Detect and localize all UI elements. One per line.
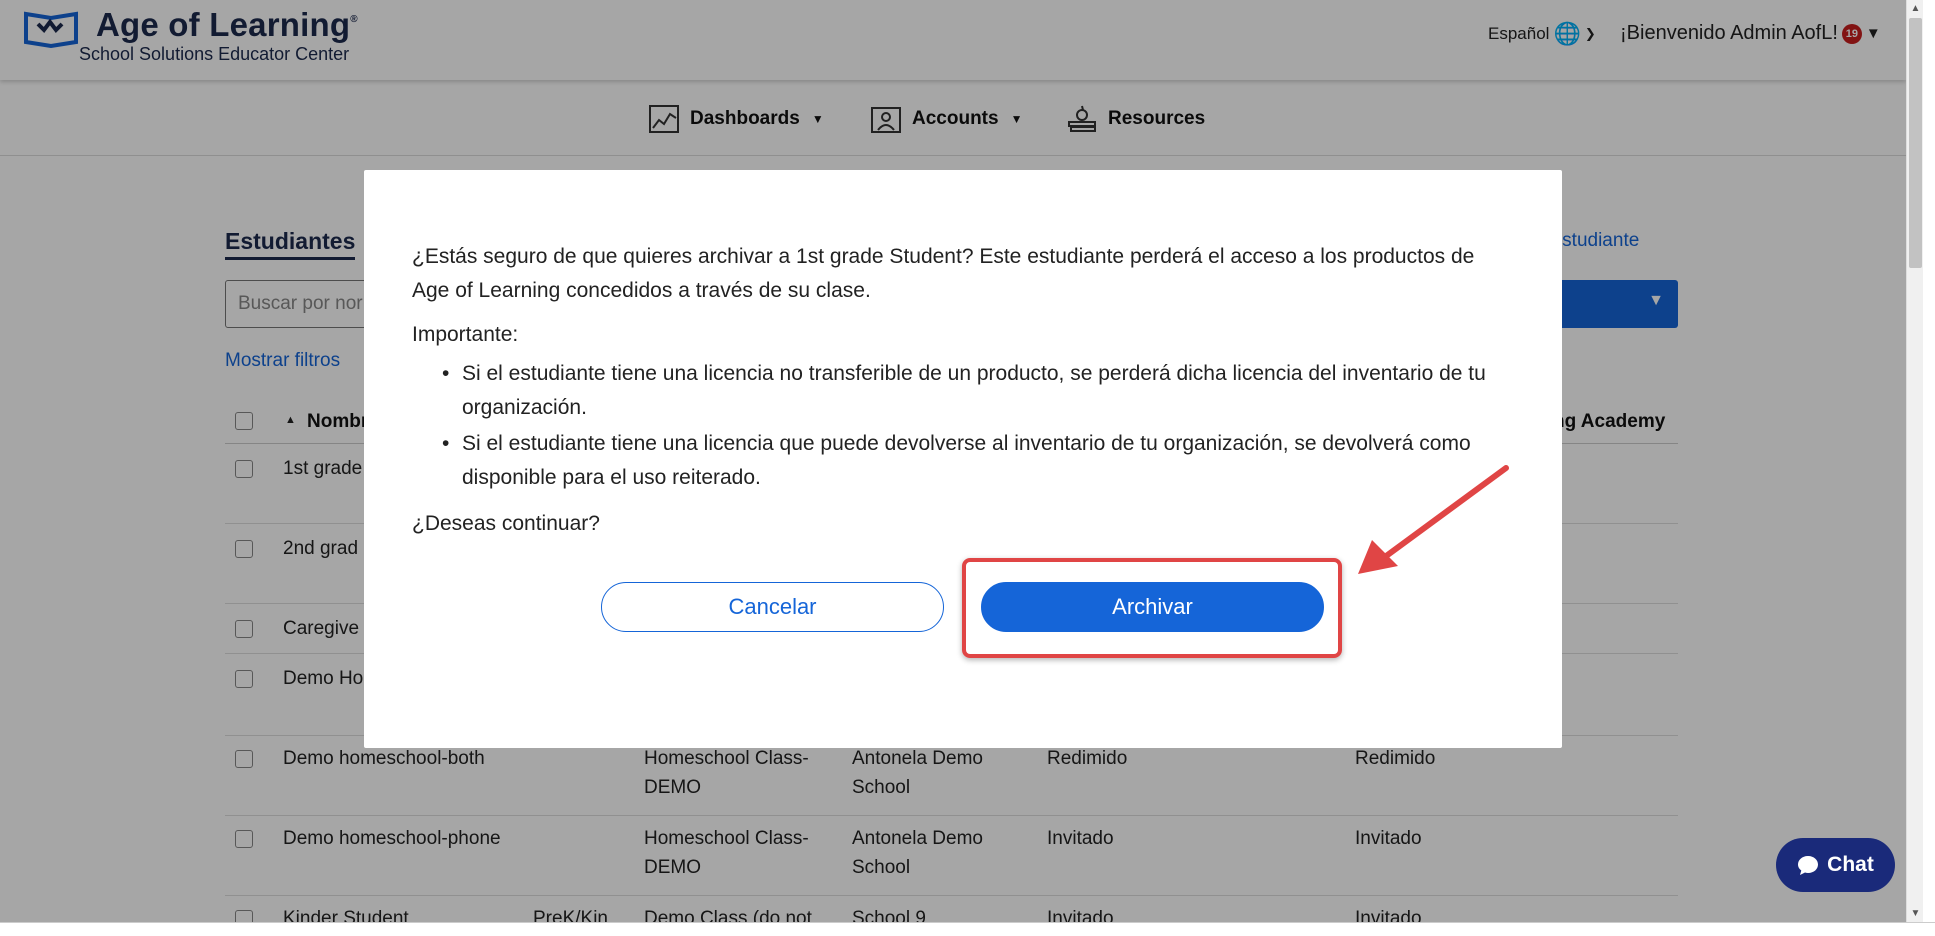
annotation-arrow-icon — [1358, 465, 1509, 574]
vertical-scrollbar[interactable]: ▲ ▼ — [1906, 0, 1923, 922]
scrollbar-thumb[interactable] — [1909, 18, 1922, 268]
window-bottom-edge — [0, 922, 1935, 936]
scroll-up-arrow-icon[interactable]: ▲ — [1907, 0, 1924, 17]
archive-confirm-dialog: ¿Estás seguro de que quieres archivar a … — [364, 170, 1562, 748]
chat-button[interactable]: Chat — [1776, 838, 1895, 892]
list-item: Si el estudiante tiene una licencia que … — [412, 427, 1512, 495]
scroll-down-arrow-icon[interactable]: ▼ — [1907, 905, 1924, 922]
list-item: Si el estudiante tiene una licencia no t… — [412, 357, 1512, 425]
chat-label: Chat — [1827, 853, 1874, 876]
continue-question: ¿Deseas continuar? — [412, 512, 600, 535]
cancel-button[interactable]: Cancelar — [601, 582, 944, 632]
chat-bubble-icon — [1798, 856, 1819, 875]
dialog-message: ¿Estás seguro de que quieres archivar a … — [412, 245, 1475, 302]
important-label: Importante: — [412, 323, 519, 346]
page: Age of Learning® School Solutions Educat… — [0, 0, 1906, 922]
annotation-highlight-box — [962, 558, 1342, 658]
important-list: Si el estudiante tiene una licencia no t… — [412, 357, 1512, 497]
